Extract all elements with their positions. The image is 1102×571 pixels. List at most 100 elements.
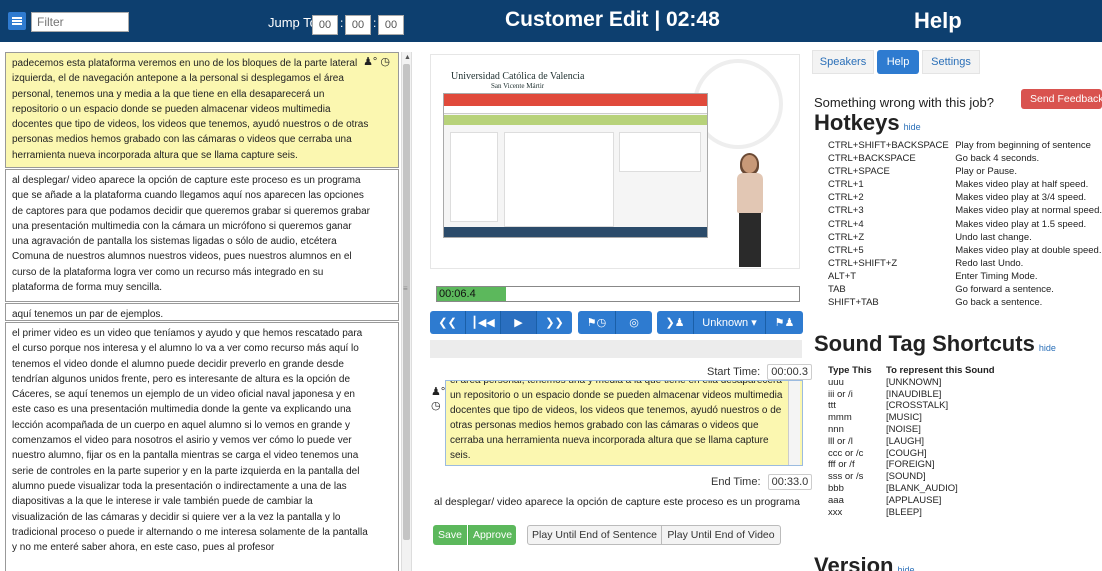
forward-icon[interactable]: ❯❯ — [536, 311, 572, 334]
table-row: CTRL+SPACE Play or Pause. — [828, 166, 1102, 179]
segment-controls: ♟° ◷ — [363, 55, 390, 70]
table-row: aaa [APPLAUSE] — [828, 495, 995, 507]
table-row: xxx [BLEEP] — [828, 507, 995, 519]
hotkey-description: Go forward a sentence. — [955, 284, 1054, 296]
speaker-forward-icon[interactable]: ❯♟ — [657, 311, 693, 334]
sound-shortcut: nnn — [828, 423, 844, 435]
end-time-input[interactable]: 00:33.0 — [767, 474, 813, 490]
flag-speaker-icon[interactable]: ⚑♟ — [765, 311, 803, 334]
transcript-segment[interactable]: el primer video es un video que teníamos… — [5, 322, 399, 571]
speaker-icon[interactable]: ♟° — [431, 385, 445, 399]
play-until-end-of-sentence-button[interactable]: Play Until End of Sentence — [527, 525, 662, 545]
scroll-up-icon[interactable]: ▲ — [404, 54, 411, 61]
table-row: CTRL+5 Makes video play at double speed. — [828, 245, 1102, 258]
sound-shortcut: aaa — [828, 494, 844, 506]
table-row: CTRL+BACKSPACE Go back 4 seconds. — [828, 153, 1102, 166]
sentence-editor[interactable]: el área personal, tenemos una y media a … — [445, 380, 803, 466]
table-row: CTRL+2 Makes video play at 3/4 speed. — [828, 192, 1102, 205]
hotkey-description: Makes video play at double speed. — [955, 244, 1102, 256]
sound-tags-hide-link[interactable]: hide — [1039, 343, 1056, 353]
scrollbar-thumb[interactable] — [403, 64, 410, 540]
scroll-grip-icon: ≡ — [403, 284, 408, 293]
approve-button[interactable]: Approve — [468, 525, 516, 545]
sound-shortcut: mmm — [828, 412, 852, 424]
playback-progress-bar[interactable]: 00:06.4 — [436, 286, 800, 302]
hotkey-description: Go back a sentence. — [955, 297, 1043, 309]
help-header: Help — [802, 0, 1102, 42]
transcript-segment[interactable]: al desplegar/ video aparece la opción de… — [5, 169, 399, 302]
hotkey-description: Redo last Undo. — [955, 257, 1024, 269]
hotkey-key: CTRL+SPACE — [828, 166, 890, 178]
table-row: SHIFT+TAB Go back a sentence. — [828, 297, 1102, 310]
menu-icon[interactable] — [8, 12, 26, 30]
hotkey-key: CTRL+Z — [828, 231, 865, 243]
transcript-scrollbar[interactable]: ▲ ≡ — [401, 52, 411, 571]
university-logo-subtitle: San Vicente Mártir — [491, 82, 545, 90]
hotkey-key: CTRL+4 — [828, 218, 864, 230]
sound-shortcut: xxx — [828, 506, 843, 518]
university-logo-text: Universidad Católica de Valencia — [451, 71, 585, 82]
jump-hours-input[interactable] — [312, 15, 338, 35]
hotkey-description: Play from beginning of sentence — [955, 140, 1091, 151]
tab-settings[interactable]: Settings — [922, 50, 980, 74]
table-row: ttt [CROSSTALK] — [828, 400, 995, 412]
feedback-question: Something wrong with this job? — [814, 95, 994, 110]
page-title: Customer Edit | 02:48 — [505, 8, 720, 31]
rewind-icon[interactable]: ❮❮ — [430, 311, 465, 334]
tab-help[interactable]: Help — [877, 50, 919, 74]
hotkey-key: CTRL+1 — [828, 179, 864, 191]
transcript-segment[interactable]: aquí tenemos un par de ejemplos. — [5, 303, 399, 321]
filter-input[interactable] — [31, 12, 129, 32]
transport-controls: ❮❮ ┃◀◀ ▶ ❯❯ — [430, 311, 572, 334]
jump-minutes-input[interactable] — [345, 15, 371, 35]
send-feedback-button[interactable]: Send Feedback — [1021, 89, 1102, 109]
video-player[interactable]: Universidad Católica de Valencia San Vic… — [430, 54, 800, 269]
table-row: mmm [MUSIC] — [828, 412, 995, 424]
target-icon[interactable]: ◎ — [615, 311, 652, 334]
jump-seconds-input[interactable] — [378, 15, 404, 35]
end-time-label: End Time: — [711, 476, 761, 488]
transcript-segment[interactable]: padecemos esta plataforma veremos en uno… — [5, 52, 399, 168]
speaker-icon[interactable]: ♟° — [363, 56, 377, 68]
time-separator: : — [373, 16, 377, 30]
play-until-end-of-video-button[interactable]: Play Until End of Video — [661, 525, 781, 545]
flag-clock-icon[interactable]: ⚑◷ — [578, 311, 615, 334]
skip-back-icon[interactable]: ┃◀◀ — [465, 311, 500, 334]
hotkeys-hide-link[interactable]: hide — [904, 122, 921, 132]
version-hide-link[interactable]: hide — [897, 565, 914, 571]
speaker-select[interactable]: Unknown ▾ — [693, 311, 765, 334]
start-time-input[interactable]: 00:00.3 — [767, 364, 812, 380]
hotkey-description: Makes video play at half speed. — [955, 179, 1089, 191]
sound-tag: [CROSSTALK] — [886, 400, 949, 412]
speaker-controls: ❯♟ Unknown ▾ ⚑♟ — [657, 311, 803, 334]
end-time-row: End Time: 00:33.0 — [711, 474, 813, 490]
hotkey-description: Play or Pause. — [955, 166, 1017, 178]
progress-time: 00:06.4 — [439, 288, 476, 300]
save-button[interactable]: Save — [433, 525, 467, 545]
sound-tag: [APPLAUSE] — [886, 494, 942, 506]
table-row: CTRL+3 Makes video play at normal speed. — [828, 205, 1102, 218]
hotkey-key: CTRL+2 — [828, 192, 864, 204]
clock-icon[interactable]: ◷ — [431, 399, 445, 413]
hotkey-key: TAB — [828, 284, 846, 296]
timing-controls: ⚑◷ ◎ — [578, 311, 652, 334]
top-toolbar: Jump To: : : Customer Edit | 02:48 — [0, 0, 802, 42]
editor-scrollbar[interactable] — [788, 381, 800, 465]
tab-speakers[interactable]: Speakers — [812, 50, 874, 74]
hotkey-key: ALT+T — [828, 270, 857, 282]
segment-text: el primer video es un video que teníamos… — [12, 328, 368, 554]
version-title: Version — [814, 553, 894, 571]
clock-icon[interactable]: ◷ — [380, 56, 390, 68]
editor-controls: ♟° ◷ — [431, 385, 445, 413]
play-icon[interactable]: ▶ — [500, 311, 536, 334]
hotkey-description: Enter Timing Mode. — [955, 270, 1038, 282]
recorded-screen — [443, 93, 708, 238]
hotkey-key: CTRL+SHIFT+Z — [828, 257, 898, 269]
table-row: CTRL+Z Undo last change. — [828, 232, 1102, 245]
table-row: ALT+T Enter Timing Mode. — [828, 271, 1102, 284]
sound-tags-heading: Sound Tag Shortcuts hide — [814, 331, 1056, 357]
waveform-strip — [430, 340, 802, 358]
sound-tag: [COUGH] — [886, 447, 927, 459]
sound-shortcut: sss or /s — [828, 471, 864, 483]
sound-tag: [BLEEP] — [886, 506, 922, 518]
